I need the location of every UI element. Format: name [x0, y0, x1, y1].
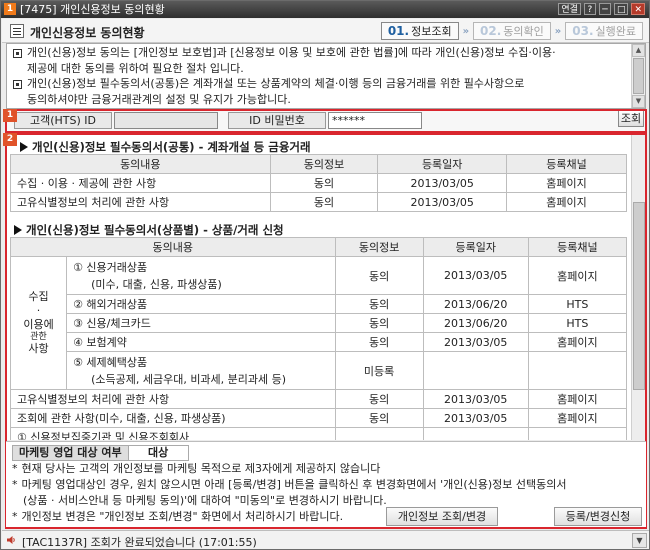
- minimize-icon[interactable]: ─: [598, 3, 611, 15]
- marketing-note: * 개인정보 변경은 "개인정보 조회/변경" 화면에서 처리하시기 바랍니다.: [12, 510, 344, 523]
- step-indicator: 01. 정보조회 » 02. 동의확인 » 03. 실행완료: [380, 22, 643, 40]
- marketing-note: * 현재 당사는 고객의 개인정보를 마케팅 목적으로 제3자에게 제공하지 않습…: [12, 462, 381, 475]
- status-message: [TAC1137R] 조회가 완료되었습니다 (17:01:55): [22, 536, 257, 549]
- step-1: 01. 정보조회: [380, 22, 459, 40]
- scroll-up-icon[interactable]: ▲: [632, 44, 645, 57]
- change-personal-info-button[interactable]: 개인정보 조회/변경: [386, 507, 498, 526]
- app-window: 1 [7475] 개인신용정보 동의현황 연결 ? ─ □ ✕ 개인신용정보 동…: [0, 0, 650, 550]
- help-icon[interactable]: ?: [583, 3, 596, 15]
- link-button[interactable]: 연결: [558, 3, 581, 15]
- scroll-down-icon[interactable]: ▼: [632, 95, 645, 108]
- speaker-icon: [7, 536, 15, 544]
- notice-box: 개인(신용)정보 동의는 [개인정보 보호법]과 [신용정보 이용 및 보호에 …: [6, 43, 646, 109]
- scroll-thumb[interactable]: [633, 58, 644, 94]
- list-icon: [10, 24, 24, 38]
- step-3: 03. 실행완료: [565, 22, 643, 40]
- section-1-badge: 1: [3, 109, 17, 122]
- register-change-button[interactable]: 등록/변경신청: [554, 507, 642, 526]
- marketing-panel: 마케팅 영업 대상 여부 대상 * 현재 당사는 고객의 개인정보를 마케팅 목적…: [6, 441, 646, 527]
- section-1-frame: [5, 109, 647, 133]
- marketing-note: (상품 · 서비스안내 등 마케팅 동의)'에 대하여 "미동의"로 변경하시기…: [23, 494, 387, 507]
- page-title: 개인신용정보 동의현황: [30, 26, 145, 40]
- page-header: 개인신용정보 동의현황 01. 정보조회 » 02. 동의확인 » 03. 실행완료: [2, 19, 649, 43]
- bullet-icon: [13, 80, 22, 89]
- close-icon[interactable]: ✕: [631, 3, 645, 15]
- notice-scrollbar[interactable]: ▲ ▼: [631, 44, 645, 108]
- marketing-target: 마케팅 영업 대상 여부 대상: [12, 445, 189, 461]
- chevron-down-icon[interactable]: ▼: [632, 533, 647, 548]
- maximize-icon[interactable]: □: [613, 3, 629, 15]
- notice-item: 개인(신용)정보 동의는 [개인정보 보호법]과 [신용정보 이용 및 보호에 …: [7, 45, 645, 76]
- bullet-icon: [13, 49, 22, 58]
- marketing-label: 마케팅 영업 대상 여부: [12, 445, 129, 461]
- window-title: [7475] 개인신용정보 동의현황: [20, 3, 165, 16]
- screen-number-badge: 1: [4, 3, 16, 15]
- section-2-badge: 2: [3, 133, 17, 146]
- marketing-note: * 마케팅 영업대상인 경우, 원치 않으시면 아래 [등록/변경] 버튼을 클릭…: [12, 478, 567, 491]
- title-bar: 1 [7475] 개인신용정보 동의현황 연결 ? ─ □ ✕: [1, 1, 649, 18]
- marketing-value: 대상: [128, 445, 189, 461]
- step-2: 02. 동의확인: [473, 22, 551, 40]
- step-arrow-icon: »: [554, 25, 562, 37]
- status-bar: [TAC1137R] 조회가 완료되었습니다 (17:01:55) ▼: [2, 530, 649, 549]
- step-arrow-icon: »: [462, 25, 470, 37]
- notice-item: 개인(신용)정보 필수동의서(공통)은 계좌개설 또는 상품계약의 체결·이행 …: [7, 76, 645, 107]
